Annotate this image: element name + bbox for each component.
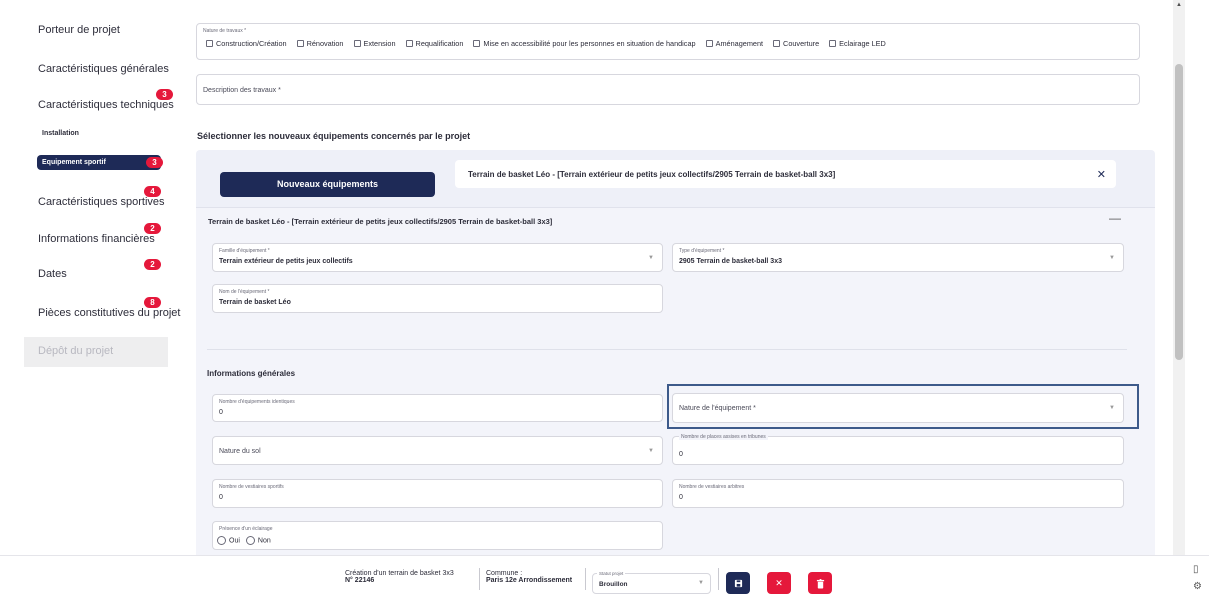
- checkbox-box[interactable]: [206, 40, 213, 47]
- sidebar-item-informations-financieres[interactable]: 2 Informations financières: [24, 223, 161, 245]
- chevron-down-icon: ▼: [1109, 255, 1115, 261]
- checkbox-box[interactable]: [773, 40, 781, 47]
- vestiaires-arbitres-field[interactable]: Nombre de vestiaires arbitres 0: [672, 479, 1124, 508]
- checkbox-box[interactable]: [705, 40, 713, 47]
- checkbox-box[interactable]: [473, 40, 481, 47]
- sidebar-item-dates[interactable]: 2 Dates: [24, 259, 161, 280]
- chevron-down-icon: ▼: [648, 255, 654, 261]
- close-icon: ✕: [775, 578, 783, 588]
- scrollbar-thumb[interactable]: [1175, 64, 1183, 360]
- sidebar-item-caracteristiques-sportives[interactable]: 4 Caractéristiques sportives: [24, 186, 165, 208]
- radio-non[interactable]: Non: [245, 536, 271, 545]
- status-select[interactable]: Statut projet Brouillon ▼: [592, 571, 711, 594]
- delete-button[interactable]: [808, 572, 832, 594]
- informations-generales-title: Informations générales: [207, 369, 296, 378]
- eclairage-group: Présence d'un éclairage Oui Non: [212, 521, 663, 550]
- commune-info: Commune : Paris 12e Arrondissement: [486, 570, 573, 584]
- checkbox-requalification[interactable]: Requalification: [405, 39, 463, 48]
- radio-circle[interactable]: [217, 536, 226, 545]
- collapse-icon[interactable]: —: [1109, 211, 1121, 225]
- checkbox-box[interactable]: [405, 40, 413, 47]
- save-icon: [734, 580, 742, 588]
- type-equipement-select[interactable]: Type d'équipement * 2905 Terrain de bask…: [672, 243, 1124, 272]
- badge-count: 3: [156, 89, 173, 100]
- focus-highlight: [667, 384, 1139, 429]
- badge-count: 4: [144, 186, 161, 197]
- gear-icon[interactable]: ⚙: [1193, 581, 1202, 592]
- checkbox-extension[interactable]: Extension: [353, 39, 396, 48]
- sidebar-item-caracteristiques-techniques[interactable]: 3 Caractéristiques techniques: [24, 89, 174, 111]
- panel-toggle-icon[interactable]: ▯: [1193, 564, 1199, 575]
- project-info: Création d'un terrain de basket 3x3 N° 2…: [345, 570, 454, 584]
- nature-sol-select[interactable]: Nature du sol ▼: [212, 436, 663, 465]
- badge-count: 2: [144, 223, 161, 234]
- nouveaux-equipements-button[interactable]: Nouveaux équipements: [220, 172, 435, 197]
- checkbox-box[interactable]: [829, 40, 837, 47]
- famille-equipement-select[interactable]: Famille d'équipement * Terrain extérieur…: [212, 243, 663, 272]
- badge-count: 8: [144, 297, 161, 308]
- equipement-detail-title: Terrain de basket Léo - [Terrain extérie…: [208, 217, 553, 226]
- divider: [479, 568, 480, 590]
- save-button[interactable]: [726, 572, 750, 594]
- sidebar-sub-installation[interactable]: Installation: [42, 130, 79, 137]
- nature-travaux-checkboxes: Construction/Création Rénovation Extensi…: [206, 39, 886, 48]
- radio-circle[interactable]: [245, 536, 255, 545]
- cancel-button[interactable]: ✕: [767, 572, 791, 594]
- close-icon[interactable]: ✕: [1097, 168, 1106, 181]
- scrollbar[interactable]: ▲: [1173, 0, 1185, 555]
- equipement-chip[interactable]: Terrain de basket Léo - [Terrain extérie…: [455, 160, 1116, 188]
- description-travaux-field[interactable]: Description des travaux *: [196, 74, 1140, 105]
- checkbox-box[interactable]: [353, 40, 361, 47]
- footer-bar: Création d'un terrain de basket 3x3 N° 2…: [0, 555, 1209, 595]
- divider: [585, 568, 586, 590]
- sidebar-item-caracteristiques-generales[interactable]: Caractéristiques générales: [24, 63, 169, 75]
- trash-icon: [816, 578, 824, 589]
- checkbox-construction[interactable]: Construction/Création: [206, 39, 287, 48]
- divider: [207, 349, 1127, 350]
- sidebar-item-pieces-constitutives[interactable]: 8 Pièces constitutives du projet: [24, 297, 180, 319]
- places-tribunes-field[interactable]: Nombre de places assises en tribunes 0: [672, 434, 1124, 465]
- sidebar-item-depot: Dépôt du projet: [24, 337, 168, 367]
- nb-equipements-identiques-field[interactable]: Nombre d'équipements identiques 0: [212, 394, 663, 422]
- nom-equipement-field[interactable]: Nom de l'équipement * Terrain de basket …: [212, 284, 663, 313]
- chevron-down-icon: ▼: [648, 448, 654, 454]
- select-equipements-title: Sélectionner les nouveaux équipements co…: [197, 131, 471, 141]
- checkbox-amenagement[interactable]: Aménagement: [705, 39, 763, 48]
- checkbox-eclairage-led[interactable]: Eclairage LED: [829, 39, 886, 48]
- vestiaires-sportifs-field[interactable]: Nombre de vestiaires sportifs 0: [212, 479, 663, 508]
- sidebar-sub-equipement-sportif[interactable]: Equipement sportif 3: [37, 155, 163, 170]
- badge-count: 2: [144, 259, 161, 270]
- eclairage-radios: Oui Non: [217, 536, 271, 545]
- badge-count: 3: [146, 157, 163, 168]
- chevron-down-icon: ▼: [698, 580, 704, 586]
- checkbox-box[interactable]: [296, 40, 304, 47]
- sidebar-item-porteur[interactable]: Porteur de projet: [24, 24, 120, 36]
- scroll-up-icon[interactable]: ▲: [1176, 2, 1182, 8]
- checkbox-renovation[interactable]: Rénovation: [296, 39, 344, 48]
- checkbox-accessibilite[interactable]: Mise en accessibilité pour les personnes…: [473, 39, 696, 48]
- divider: [718, 568, 719, 590]
- radio-oui[interactable]: Oui: [217, 536, 240, 545]
- checkbox-couverture[interactable]: Couverture: [773, 39, 819, 48]
